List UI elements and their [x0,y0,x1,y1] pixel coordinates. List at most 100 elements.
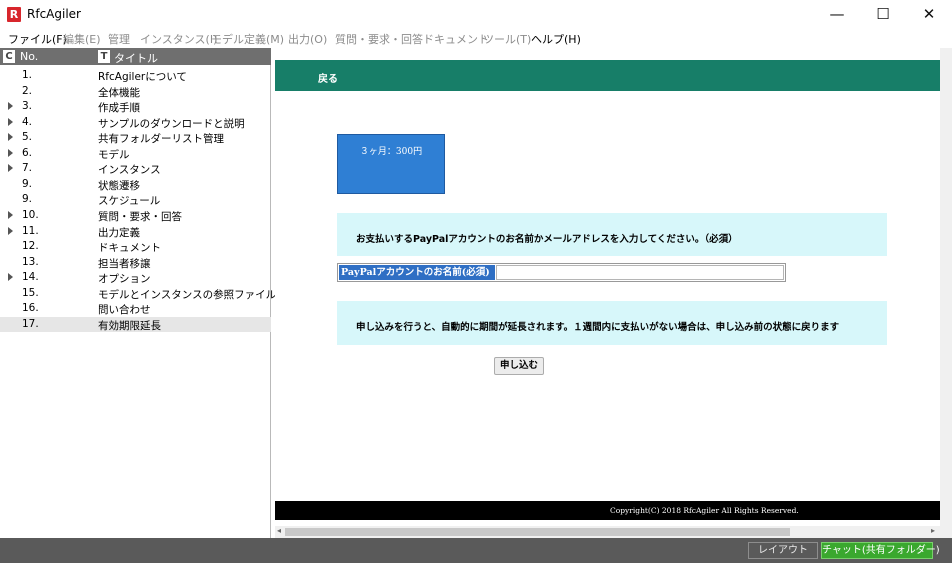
tree-row-number: 10. [22,208,39,221]
window-title: RfcAgiler [27,7,81,21]
tree-row-title: 問い合わせ [98,304,151,317]
tree-row[interactable]: 15. モデルとインスタンスの参照ファイルと… [0,286,297,302]
tree-row[interactable]: 2. 全体機能 [0,84,271,100]
tree-header: C No. T タイトル [0,48,271,65]
instruction-box: お支払いするPayPalアカウントのお名前かメールアドレスを入力してください。（… [337,213,887,256]
menu-document[interactable]: ドキュメント [423,31,489,47]
tree-row[interactable]: 9. スケジュール [0,192,271,208]
tree-row-number: 16. [22,302,39,315]
tree-row[interactable]: 5. 共有フォルダーリスト管理 [0,130,271,146]
tree-row[interactable]: 7. インスタンス [0,161,271,177]
tree-row-title: スケジュール [98,195,161,208]
menu-question-request-answer[interactable]: 質問・要求・回答 [335,31,423,47]
menu-edit[interactable]: 編集(E) [63,31,101,47]
tree-row-title: ドキュメント [98,242,161,255]
menu-file[interactable]: ファイル(F) [8,31,67,47]
topic-tree: C No. T タイトル 1. RfcAgilerについて 2. 全体機能 3. 作成手順… [0,48,297,538]
vertical-scrollbar[interactable] [940,48,952,538]
paypal-name-label: PayPalアカウントのお名前(必須) [339,265,495,280]
tree-row-title: モデル [98,148,130,161]
column-no-header[interactable]: No. [20,50,38,63]
column-title-header[interactable]: タイトル [114,50,158,66]
tree-row-number: 1. [22,69,33,81]
tree-row-title: 作成手順 [98,102,140,115]
tree-row-title: 出力定義 [98,226,140,239]
scroll-right-icon[interactable]: ▸ [931,526,935,535]
status-bar: レイアウト チャット(共有フォルダー) [0,538,952,563]
tree-row-title: モデルとインスタンスの参照ファイルと… [98,288,298,301]
tree-row-title: インスタンス [98,164,161,177]
menu-help[interactable]: ヘルプ(H) [531,31,581,47]
chat-shared-folder-button[interactable]: チャット(共有フォルダー) [821,542,940,559]
tree-row-title: 質問・要求・回答 [98,210,182,223]
footer-bar: Copyright(C) 2018 RfcAgiler All Rights R… [275,501,940,520]
tree-row-number: 5. [22,131,33,144]
horizontal-scroll-thumb[interactable] [285,528,790,536]
tree-row-number: 2. [22,84,33,97]
apply-button[interactable]: 申し込む [494,357,544,375]
menu-tools[interactable]: ツール(T) [483,31,531,47]
tree-row-title: 共有フォルダーリスト管理 [98,133,224,146]
tree-row-number: 3. [22,100,33,113]
menu-manage[interactable]: 管理 [108,31,130,47]
title-bar: R RfcAgiler — ☐ ✕ [0,0,952,29]
menu-model-definition[interactable]: モデル定義(M) [211,31,284,47]
expand-arrow-icon[interactable] [8,148,13,157]
paypal-name-row: PayPalアカウントのお名前(必須) [337,263,786,282]
tree-row[interactable]: 12. ドキュメント [0,239,271,255]
minimize-button[interactable]: — [814,0,860,29]
tree-row[interactable]: 10. 質問・要求・回答 [0,208,271,224]
tree-row-number: 7. [22,162,33,175]
tree-row-number: 12. [22,240,39,253]
column-c-icon: C [3,50,15,63]
tree-row-number: 11. [22,224,39,237]
menu-bar: ファイル(F) 編集(E) 管理 インスタンス(I) モデル定義(M) 出力(O… [0,29,952,48]
tree-row[interactable]: 9. 状態遷移 [0,177,271,193]
tree-row-title: 担当者移譲 [98,257,151,270]
plan-option[interactable]: ３ヶ月：300円 [337,134,445,194]
maximize-button[interactable]: ☐ [860,0,906,29]
tree-row[interactable]: 14. オプション [0,270,271,286]
tree-row[interactable]: 6. モデル [0,146,271,162]
column-t-icon: T [98,50,110,63]
notice-text: 申し込みを行うと、自動的に期間が延長されます。１週間内に支払いがない場合は、申し… [356,322,840,333]
tree-row[interactable]: 1. RfcAgilerについて [0,68,271,84]
menu-output[interactable]: 出力(O) [288,31,327,47]
app-logo-icon: R [7,7,21,22]
horizontal-scrollbar[interactable]: ◂ ▸ [275,526,940,538]
tree-row-title: 全体機能 [98,86,140,99]
back-link[interactable]: 戻る [318,70,338,85]
tree-row-number: 4. [22,115,33,128]
menu-instance[interactable]: インスタンス(I) [140,31,217,47]
expand-arrow-icon[interactable] [8,164,13,173]
tree-row[interactable]: 3. 作成手順 [0,99,271,115]
expand-arrow-icon[interactable] [8,133,13,142]
web-content: 戻る ３ヶ月：300円 お支払いするPayPalアカウントのお名前かメールアドレ… [275,48,940,538]
tree-row-number: 6. [22,146,33,159]
expand-arrow-icon[interactable] [8,273,13,282]
scroll-left-icon[interactable]: ◂ [277,526,281,535]
tree-row-title: 状態遷移 [98,179,140,192]
tree-row-number: 13. [22,255,39,268]
tree-row-number: 17. [22,317,39,330]
expand-arrow-icon[interactable] [8,210,13,219]
tree-row[interactable]: 4. サンプルのダウンロードと説明 [0,115,271,131]
expand-arrow-icon[interactable] [8,117,13,126]
layout-button[interactable]: レイアウト [748,542,818,559]
close-button[interactable]: ✕ [906,0,952,29]
tree-row[interactable]: 17. 有効期限延長 [0,316,271,333]
instruction-text: お支払いするPayPalアカウントのお名前かメールアドレスを入力してください。（… [356,234,738,245]
tree-row-title: 有効期限延長 [98,319,161,332]
tree-row[interactable]: 13. 担当者移譲 [0,255,271,271]
tree-row[interactable]: 11. 出力定義 [0,224,271,240]
paypal-name-input[interactable] [496,265,784,280]
tree-row-number: 15. [22,286,39,299]
tree-row-number: 14. [22,271,39,284]
tree-row[interactable]: 16. 問い合わせ [0,301,271,317]
tree-row-number: 9. [22,193,33,206]
expand-arrow-icon[interactable] [8,102,13,111]
copyright-text: Copyright(C) 2018 RfcAgiler All Rights R… [610,506,799,515]
back-bar: 戻る [275,60,940,91]
notice-box: 申し込みを行うと、自動的に期間が延長されます。１週間内に支払いがない場合は、申し… [337,301,887,345]
expand-arrow-icon[interactable] [8,226,13,235]
